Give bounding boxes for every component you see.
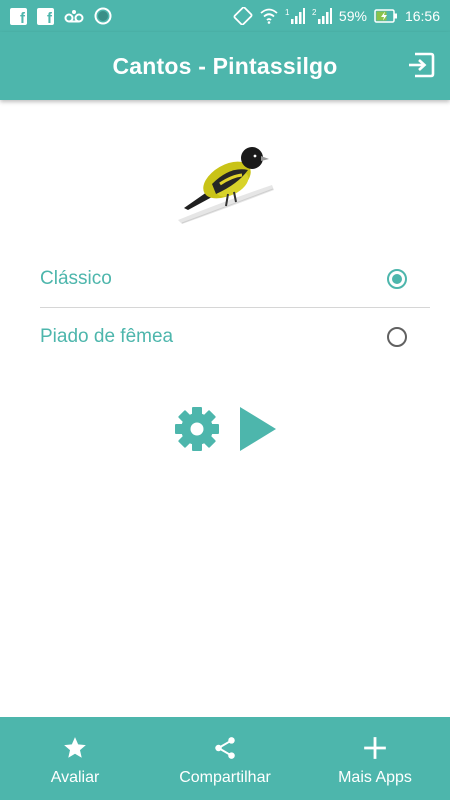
- plus-icon: [364, 737, 386, 759]
- star-icon: [64, 737, 86, 758]
- app-title: Cantos - Pintassilgo: [112, 52, 338, 79]
- wifi-icon: [260, 8, 278, 24]
- gear-icon: [175, 407, 219, 451]
- sim1-signal-icon: 1: [285, 7, 305, 25]
- radio-selected[interactable]: [387, 268, 407, 289]
- app-bar: Cantos - Pintassilgo: [0, 32, 450, 100]
- status-right: 1 2 59% 16:56: [233, 7, 440, 25]
- option-classico[interactable]: Clássico: [40, 250, 430, 308]
- battery-percent: 59%: [338, 8, 367, 24]
- status-left: f f: [10, 7, 112, 26]
- screen: f f 1 2 59% 16:56 Cantos - Pintassilgo C…: [0, 0, 450, 800]
- bottom-nav: Avaliar Compartilhar Mais Apps: [0, 717, 450, 800]
- play-icon: [240, 407, 276, 451]
- nav-label: Compartilhar: [179, 769, 271, 786]
- bird-image: [172, 140, 282, 230]
- settings-button[interactable]: [173, 405, 221, 453]
- sim2-label: 2: [312, 8, 317, 17]
- facebook-icon: f: [10, 7, 27, 26]
- exit-icon: [409, 52, 435, 78]
- share-icon: [215, 737, 235, 759]
- status-bar: f f 1 2 59% 16:56: [0, 0, 450, 32]
- nav-label: Mais Apps: [338, 769, 412, 786]
- status-time: 16:56: [404, 8, 440, 24]
- sim2-signal-icon: 2: [312, 7, 332, 25]
- nav-avaliar[interactable]: Avaliar: [0, 717, 150, 800]
- radio-unselected[interactable]: [387, 327, 407, 347]
- battery-charging-icon: [374, 9, 398, 23]
- sim1-label: 1: [285, 8, 290, 17]
- option-label: Clássico: [40, 267, 112, 289]
- circle-notification-icon: [94, 7, 112, 25]
- play-button[interactable]: [238, 405, 278, 453]
- nav-compartilhar[interactable]: Compartilhar: [150, 717, 300, 800]
- voicemail-icon: [64, 9, 84, 23]
- option-piado-de-femea[interactable]: Piado de fêmea: [40, 308, 430, 366]
- option-label: Piado de fêmea: [40, 326, 174, 347]
- nav-label: Avaliar: [50, 769, 100, 786]
- screen-rotation-icon: [233, 7, 253, 25]
- nav-mais-apps[interactable]: Mais Apps: [300, 717, 450, 800]
- facebook-icon: f: [37, 7, 54, 26]
- exit-button[interactable]: [406, 50, 436, 80]
